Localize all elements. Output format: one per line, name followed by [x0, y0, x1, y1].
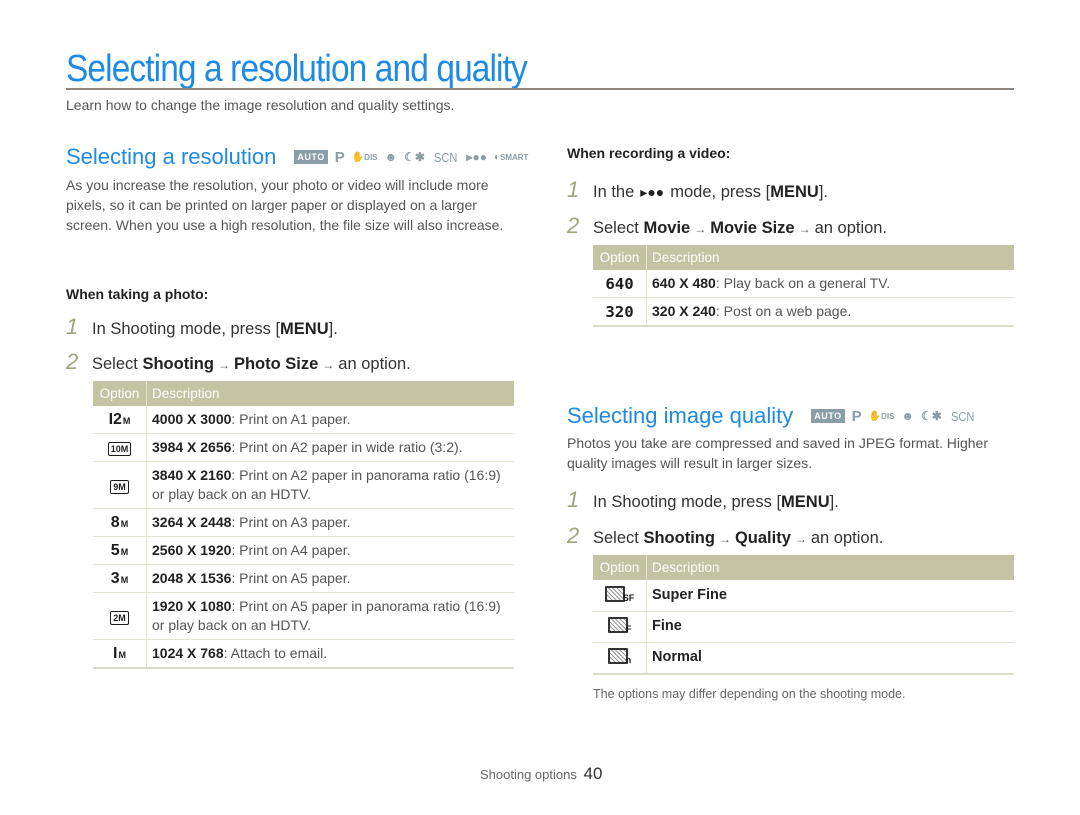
column-header-description: Description: [146, 381, 514, 406]
table-row: 5M 2560 X 1920: Print on A4 paper.: [93, 536, 514, 565]
scene-mode-icon: SCN: [950, 408, 975, 424]
quality-paragraph: Photos you take are compressed and saved…: [567, 435, 988, 471]
quality-heading: Selecting image quality AUTO P ✋DIS ☻ ☾✱…: [567, 402, 976, 430]
movie-mode-icon: ▸●●: [640, 184, 665, 200]
beauty-shot-mode-icon: ☻: [384, 150, 398, 164]
table-row: 640 640 X 480: Play back on a general TV…: [593, 270, 1014, 298]
program-mode-icon: P: [851, 407, 862, 425]
auto-mode-icon: AUTO: [811, 409, 845, 423]
quality-step-2: 2 Select Shooting → Quality → an option.: [567, 523, 884, 548]
movie-size-table: Option Description 640 640 X 480: Play b…: [593, 245, 1014, 327]
arrow-icon: →: [694, 222, 707, 236]
movie-640-icon: 640: [605, 274, 634, 293]
column-header-option: Option: [593, 555, 647, 580]
program-mode-icon: P: [334, 148, 345, 166]
arrow-icon: →: [322, 358, 335, 372]
arrow-icon: →: [217, 358, 230, 372]
step-number: 1: [66, 314, 79, 339]
arrow-icon: →: [794, 532, 807, 546]
night-mode-icon: ☾✱: [921, 409, 942, 423]
menu-key: MENU: [280, 320, 329, 338]
step-number: 1: [567, 177, 580, 202]
scene-mode-icon: SCN: [434, 149, 458, 165]
night-mode-icon: ☾✱: [404, 150, 425, 164]
movie-mode-icon: ▸●●: [466, 150, 487, 164]
video-subhead: When recording a video:: [567, 145, 731, 161]
menu-key: MENU: [770, 183, 819, 201]
res-9m-panorama-icon: 9M: [110, 479, 129, 494]
photo-subhead: When taking a photo:: [66, 286, 209, 302]
quality-title: Selecting image quality: [567, 403, 794, 428]
table-row: 2M 1920 X 1080: Print on A5 paper in pan…: [93, 592, 514, 640]
resolution-heading: Selecting a resolution AUTO P ✋DIS ☻ ☾✱ …: [66, 143, 528, 171]
resolution-paragraph: As you increase the resolution, your pho…: [66, 177, 504, 233]
table-row: 320 320 X 240: Post on a web page.: [593, 297, 1014, 327]
photo-step-2: 2 Select Shooting → Photo Size → an opti…: [66, 349, 411, 374]
auto-mode-icon: AUTO: [294, 150, 328, 164]
menu-key: MENU: [781, 493, 830, 511]
res-2m-panorama-icon: 2M: [110, 610, 129, 625]
page-footer: Shooting options 40: [480, 764, 602, 784]
video-step-1: 1 In the ▸●● mode, press [MENU].: [567, 177, 828, 202]
quality-step-1: 1 In Shooting mode, press [MENU].: [567, 487, 839, 512]
photo-step-1: 1 In Shooting mode, press [MENU].: [66, 314, 338, 339]
step-number: 1: [567, 487, 580, 512]
table-row: 8M 3264 X 2448: Print on A3 paper.: [93, 508, 514, 537]
table-row: I2 M 4000 X 3000: Print on A1 paper.: [93, 406, 514, 434]
column-header-option: Option: [93, 381, 147, 406]
column-header-description: Description: [646, 245, 1014, 270]
column-header-description: Description: [646, 555, 1014, 580]
mode-icons: AUTO P ✋DIS ☻ ☾✱ SCN: [811, 408, 976, 425]
quality-table: Option Description SF Super Fine F Fine …: [593, 555, 1014, 675]
title-divider: [66, 88, 1014, 90]
table-row: n Normal: [593, 642, 1014, 675]
video-step-2: 2 Select Movie → Movie Size → an option.: [567, 213, 888, 238]
step-number: 2: [567, 213, 580, 238]
fine-quality-icon: F: [607, 617, 631, 634]
page-intro: Learn how to change the image resolution…: [66, 97, 455, 113]
res-12m-icon: I2 M: [108, 410, 131, 428]
dual-is-mode-icon: ✋DIS: [868, 410, 895, 422]
resolution-title: Selecting a resolution: [66, 144, 277, 169]
step-number: 2: [66, 349, 79, 374]
table-row: 10M 3984 X 2656: Print on A2 paper in wi…: [93, 433, 514, 462]
super-fine-quality-icon: SF: [604, 585, 634, 602]
page-title: Selecting a resolution and quality: [66, 48, 528, 90]
mode-icons: AUTO P ✋DIS ☻ ☾✱ SCN ▸●● ◐SMART: [294, 149, 528, 166]
res-8m-icon: 8M: [110, 513, 129, 531]
table-row: 3M 2048 X 1536: Print on A5 paper.: [93, 564, 514, 593]
res-10m-wide-icon: 10M: [107, 442, 132, 456]
quality-note: The options may differ depending on the …: [593, 687, 906, 701]
table-row: F Fine: [593, 611, 1014, 643]
step-number: 2: [567, 523, 580, 548]
arrow-icon: →: [718, 532, 731, 546]
footer-section: Shooting options: [480, 767, 577, 782]
beauty-shot-mode-icon: ☻: [901, 409, 915, 423]
table-row: IM 1024 X 768: Attach to email.: [93, 639, 514, 669]
photo-size-table: Option Description I2 M 4000 X 3000: Prin…: [93, 381, 514, 669]
normal-quality-icon: n: [607, 648, 631, 665]
res-3m-icon: 3M: [110, 569, 129, 587]
smart-mode-icon: ◐SMART: [493, 151, 529, 163]
movie-320-icon: 320: [605, 302, 634, 321]
page-number: 40: [583, 764, 603, 783]
arrow-icon: →: [798, 222, 811, 236]
dual-is-mode-icon: ✋DIS: [351, 151, 378, 163]
table-row: 9M 3840 X 2160: Print on A2 paper in pan…: [93, 461, 514, 509]
table-row: SF Super Fine: [593, 580, 1014, 612]
column-header-option: Option: [593, 245, 647, 270]
res-5m-icon: 5M: [110, 541, 129, 559]
res-1m-icon: IM: [113, 644, 126, 662]
